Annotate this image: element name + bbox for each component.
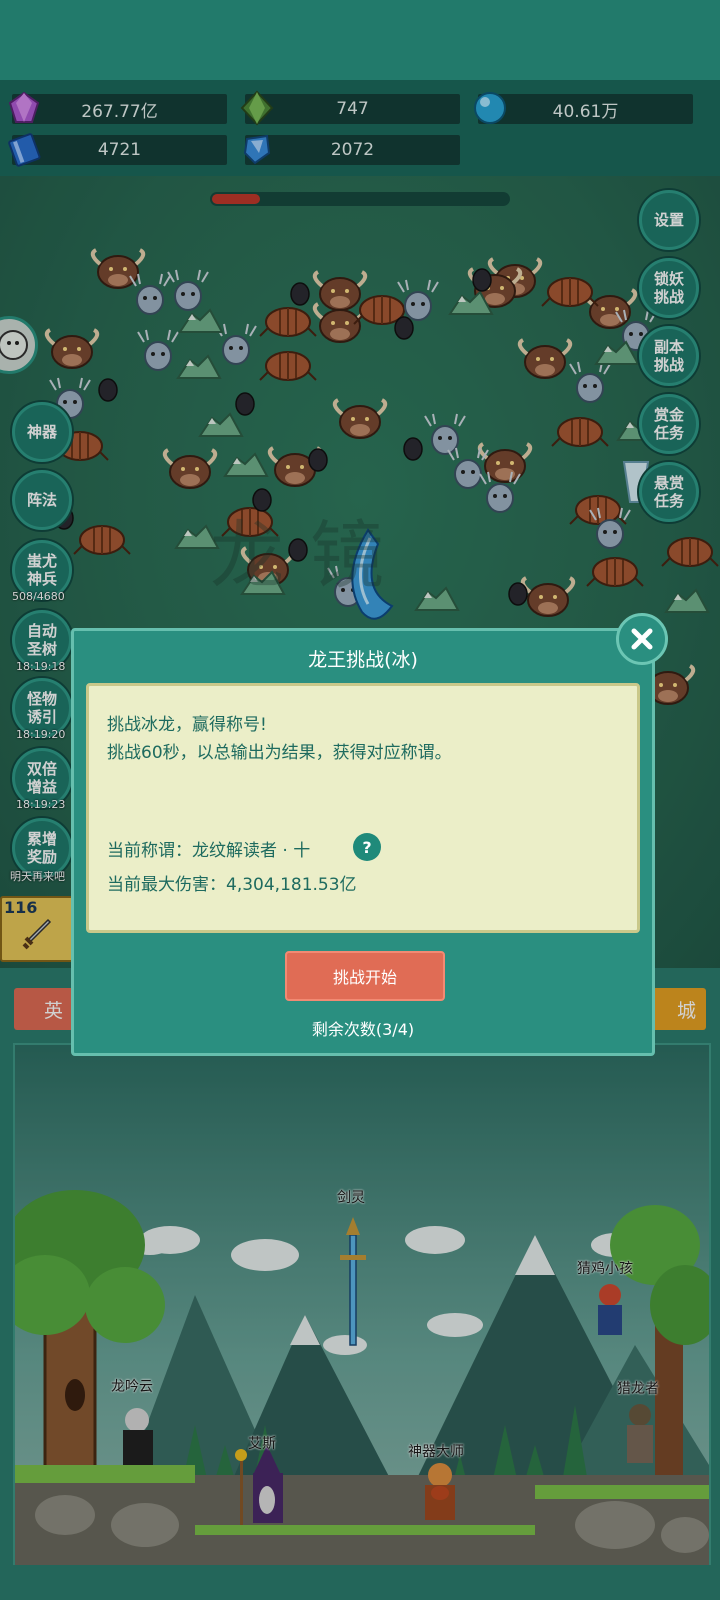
challenge-start-label: 挑战开始 <box>332 968 397 987</box>
help-icon[interactable]: ? <box>353 833 381 861</box>
modal-desc-line-2: 挑战60秒，以总输出为结果，获得对应称谓。 <box>107 743 452 763</box>
modal-description-panel: 挑战冰龙，赢得称号! 挑战60秒，以总输出为结果，获得对应称谓。 当前称谓：龙纹… <box>86 683 640 933</box>
max-damage-text: 当前最大伤害：4,304,181.53亿 <box>107 875 357 895</box>
close-icon <box>631 628 653 650</box>
current-title-text: 当前称谓：龙纹解读者 · 十 <box>107 841 311 861</box>
challenge-start-button[interactable]: 挑战开始 <box>285 951 445 1001</box>
close-button[interactable] <box>616 613 668 665</box>
modal-desc-line-1: 挑战冰龙，赢得称号! <box>107 715 267 735</box>
modal-title: 龙王挑战(冰) <box>308 649 418 671</box>
remaining-attempts: 剩余次数(3/4) <box>311 1020 415 1039</box>
dragon-challenge-modal: 龙王挑战(冰) 挑战冰龙，赢得称号! 挑战60秒，以总输出为结果，获得对应称谓。… <box>71 628 655 1056</box>
